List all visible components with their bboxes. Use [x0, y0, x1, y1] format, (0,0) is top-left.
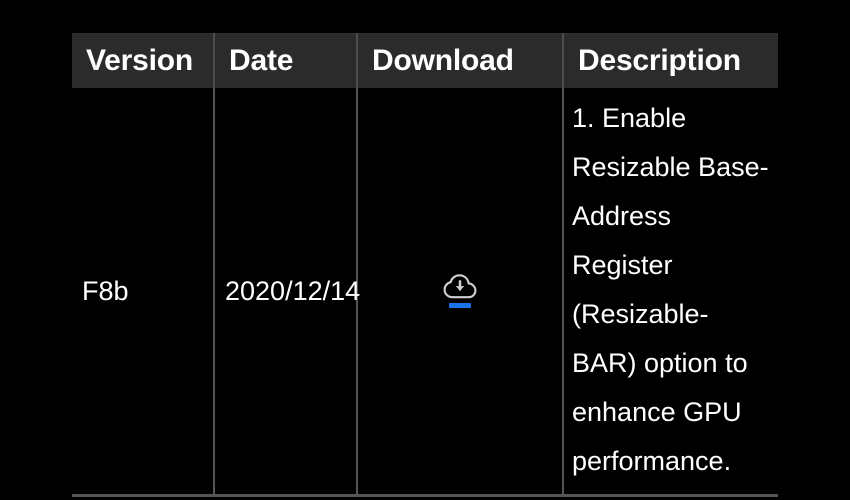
- download-accent-underline: [449, 302, 471, 308]
- table-body: F8b 2020/12/14 1. Enable Resizable Base-…: [72, 88, 778, 497]
- column-header-version[interactable]: Version: [72, 33, 215, 88]
- page-root: Version Date Download Description F8b 20…: [0, 0, 850, 500]
- column-header-date[interactable]: Date: [214, 33, 358, 88]
- table-row: F8b 2020/12/14 1. Enable Resizable Base-…: [72, 88, 778, 497]
- column-header-description[interactable]: Description: [563, 33, 778, 88]
- column-header-download[interactable]: Download: [357, 33, 564, 88]
- cell-version: F8b: [72, 88, 215, 497]
- description-text: 1. Enable Resizable Base-Address Registe…: [572, 103, 769, 476]
- table-header: Version Date Download Description: [72, 33, 778, 88]
- version-value: F8b: [82, 275, 129, 306]
- download-button[interactable]: [443, 273, 477, 308]
- release-table: Version Date Download Description F8b 20…: [72, 33, 778, 497]
- date-value: 2020/12/14: [225, 275, 361, 306]
- table-header-row: Version Date Download Description: [72, 33, 778, 88]
- cloud-download-icon[interactable]: [443, 273, 477, 300]
- cell-date: 2020/12/14: [214, 88, 361, 497]
- release-table-container: Version Date Download Description F8b 20…: [72, 33, 778, 497]
- cell-description: 1. Enable Resizable Base-Address Registe…: [563, 88, 778, 497]
- cell-download: [357, 88, 564, 497]
